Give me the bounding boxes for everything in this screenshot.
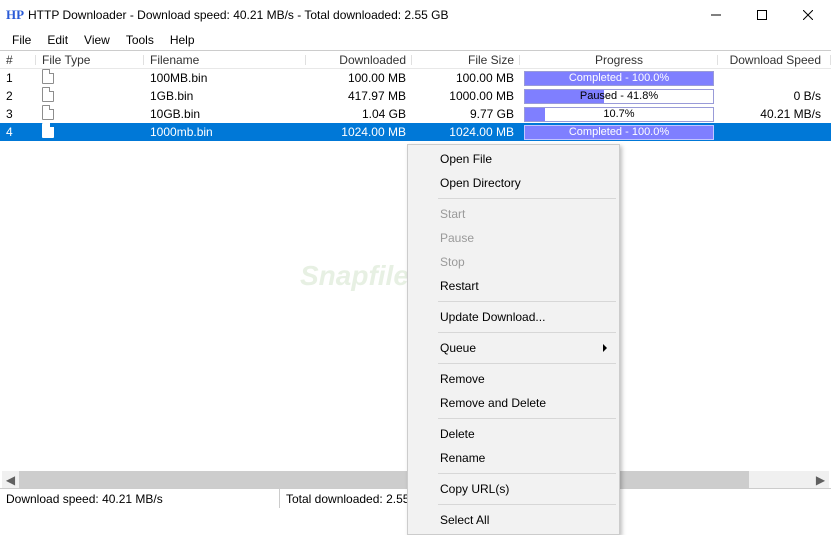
context-menu-item[interactable]: Open Directory	[410, 171, 617, 195]
table-body: 1100MB.bin100.00 MB100.00 MBCompleted - …	[0, 69, 831, 141]
progress-label: Completed - 100.0%	[525, 72, 713, 85]
context-menu-item: Pause	[410, 226, 617, 250]
scroll-right-button[interactable]: ▶	[812, 471, 829, 488]
col-header-num[interactable]: #	[0, 53, 36, 67]
watermark: Snapfiles	[300, 260, 424, 292]
progress-label: Paused - 41.8%	[525, 90, 713, 103]
context-menu-separator	[438, 418, 616, 419]
cell-downloaded: 417.97 MB	[306, 89, 412, 103]
close-button[interactable]	[785, 0, 831, 30]
progress-bar: Paused - 41.8%	[524, 89, 714, 104]
progress-bar: Completed - 100.0%	[524, 71, 714, 86]
cell-filename: 1000mb.bin	[144, 125, 306, 139]
scroll-left-button[interactable]: ◀	[2, 471, 19, 488]
cell-speed: 40.21 MB/s	[718, 107, 831, 121]
progress-label: 10.7%	[525, 108, 713, 121]
scroll-thumb[interactable]	[19, 471, 749, 488]
cell-filename: 100MB.bin	[144, 71, 306, 85]
col-header-downloaded[interactable]: Downloaded	[306, 53, 412, 67]
table-row[interactable]: 2 1GB.bin417.97 MB1000.00 MB Paused - 41.8…	[0, 87, 831, 105]
cell-filetype	[36, 87, 144, 105]
cell-filename: 1GB.bin	[144, 89, 306, 103]
context-menu: Open FileOpen Directory StartPauseStopRes…	[407, 144, 620, 535]
context-menu-item: Stop	[410, 250, 617, 274]
cell-filetype	[36, 69, 144, 87]
col-header-filename[interactable]: Filename	[144, 53, 306, 67]
context-menu-item[interactable]: Open File	[410, 147, 617, 171]
context-menu-separator	[438, 363, 616, 364]
window-title: HTTP Downloader - Download speed: 40.21 …	[28, 8, 693, 22]
cell-filetype	[36, 105, 144, 123]
cell-num: 1	[0, 71, 36, 85]
cell-filetype	[36, 123, 144, 141]
table-row[interactable]: 41000mb.bin1024.00 MB1024.00 MBCompleted…	[0, 123, 831, 141]
menu-tools[interactable]: Tools	[118, 31, 162, 49]
cell-downloaded: 100.00 MB	[306, 71, 412, 85]
menu-file[interactable]: File	[4, 31, 39, 49]
context-menu-item[interactable]: Delete	[410, 422, 617, 446]
context-menu-item[interactable]: Remove and Delete	[410, 391, 617, 415]
downloads-table: # File Type Filename Downloaded File Siz…	[0, 50, 831, 141]
file-icon	[42, 123, 54, 138]
status-speed: Download speed: 40.21 MB/s	[0, 489, 280, 508]
context-menu-item[interactable]: Update Download...	[410, 305, 617, 329]
context-menu-item[interactable]: Queue	[410, 336, 617, 360]
file-icon	[42, 87, 54, 102]
cell-filesize: 9.77 GB	[412, 107, 520, 121]
menubar: File Edit View Tools Help	[0, 30, 831, 50]
window-controls	[693, 0, 831, 30]
context-menu-separator	[438, 198, 616, 199]
col-header-speed[interactable]: Download Speed	[718, 53, 831, 67]
context-menu-separator	[438, 301, 616, 302]
cell-num: 3	[0, 107, 36, 121]
context-menu-item[interactable]: Copy URL(s)	[410, 477, 617, 501]
context-menu-separator	[438, 332, 616, 333]
context-menu-item[interactable]: Remove	[410, 367, 617, 391]
cell-num: 2	[0, 89, 36, 103]
cell-num: 4	[0, 125, 36, 139]
file-icon	[42, 69, 54, 84]
progress-bar: 10.7%	[524, 107, 714, 122]
cell-downloaded: 1024.00 MB	[306, 125, 412, 139]
col-header-progress[interactable]: Progress	[520, 53, 718, 67]
maximize-button[interactable]	[739, 0, 785, 30]
minimize-button[interactable]	[693, 0, 739, 30]
cell-filename: 10GB.bin	[144, 107, 306, 121]
cell-progress: Completed - 100.0%	[520, 71, 718, 86]
table-header: # File Type Filename Downloaded File Siz…	[0, 51, 831, 69]
table-row[interactable]: 3 10GB.bin1.04 GB9.77 GB 10.7% 40.21 MB/s	[0, 105, 831, 123]
col-header-filesize[interactable]: File Size	[412, 53, 520, 67]
cell-filesize: 100.00 MB	[412, 71, 520, 85]
progress-label: Completed - 100.0%	[525, 126, 713, 139]
col-header-filetype[interactable]: File Type	[36, 53, 144, 67]
menu-edit[interactable]: Edit	[39, 31, 76, 49]
titlebar: HP HTTP Downloader - Download speed: 40.…	[0, 0, 831, 30]
menu-view[interactable]: View	[76, 31, 118, 49]
file-icon	[42, 105, 54, 120]
cell-filesize: 1000.00 MB	[412, 89, 520, 103]
progress-bar: Completed - 100.0%	[524, 125, 714, 140]
context-menu-item[interactable]: Rename	[410, 446, 617, 470]
cell-downloaded: 1.04 GB	[306, 107, 412, 121]
app-icon: HP	[6, 7, 22, 23]
context-menu-item[interactable]: Select All	[410, 508, 617, 532]
cell-progress: Completed - 100.0%	[520, 125, 718, 140]
context-menu-separator	[438, 504, 616, 505]
context-menu-item[interactable]: Restart	[410, 274, 617, 298]
cell-speed: 0 B/s	[718, 89, 831, 103]
context-menu-item: Start	[410, 202, 617, 226]
menu-help[interactable]: Help	[162, 31, 203, 49]
table-row[interactable]: 1100MB.bin100.00 MB100.00 MBCompleted - …	[0, 69, 831, 87]
cell-progress: 10.7%	[520, 107, 718, 122]
context-menu-separator	[438, 473, 616, 474]
cell-progress: Paused - 41.8%	[520, 89, 718, 104]
cell-filesize: 1024.00 MB	[412, 125, 520, 139]
